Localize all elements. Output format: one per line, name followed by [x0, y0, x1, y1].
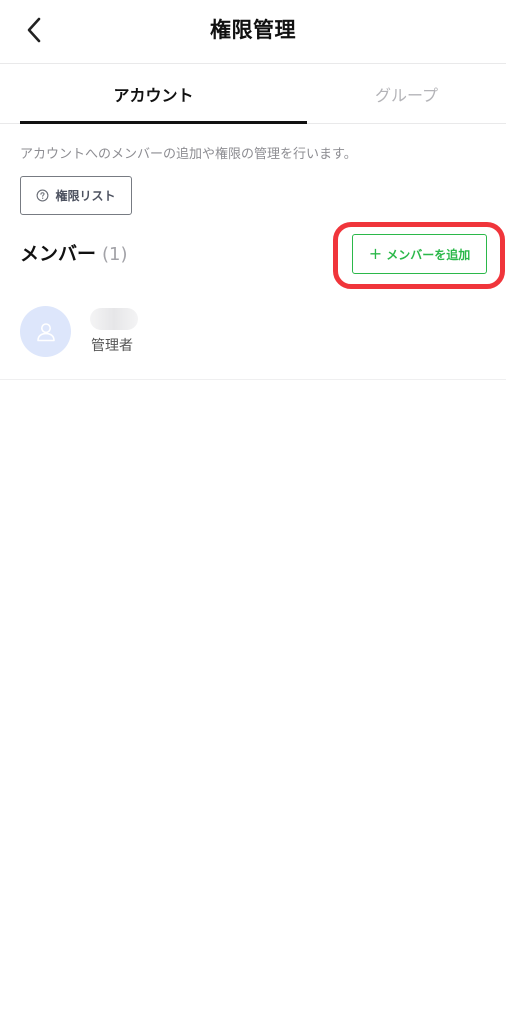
members-heading: メンバー (1) — [20, 240, 128, 269]
help-circle-icon — [37, 189, 49, 202]
members-title: メンバー — [20, 243, 97, 265]
member-name-redacted — [90, 308, 138, 330]
add-member-button[interactable]: + メンバーを追加 — [352, 234, 487, 274]
permission-list-button[interactable]: 権限リスト — [20, 176, 132, 215]
page-title: 権限管理 — [210, 18, 296, 42]
page-description: アカウントへのメンバーの追加や権限の管理を行います。 — [20, 147, 357, 162]
add-member-label: メンバーを追加 — [386, 247, 471, 262]
tab-group[interactable]: グループ — [287, 64, 506, 123]
member-list-item[interactable]: 管理者 — [0, 290, 506, 380]
avatar — [20, 306, 71, 357]
members-count: (1) — [102, 244, 128, 265]
member-role: 管理者 — [91, 338, 133, 354]
user-icon — [36, 322, 55, 341]
permission-list-label: 権限リスト — [55, 189, 116, 203]
tab-account[interactable]: アカウント — [20, 64, 307, 124]
tab-bar: アカウント グループ — [0, 64, 506, 124]
app-header: 権限管理 — [0, 0, 506, 64]
plus-icon: + — [368, 244, 383, 263]
